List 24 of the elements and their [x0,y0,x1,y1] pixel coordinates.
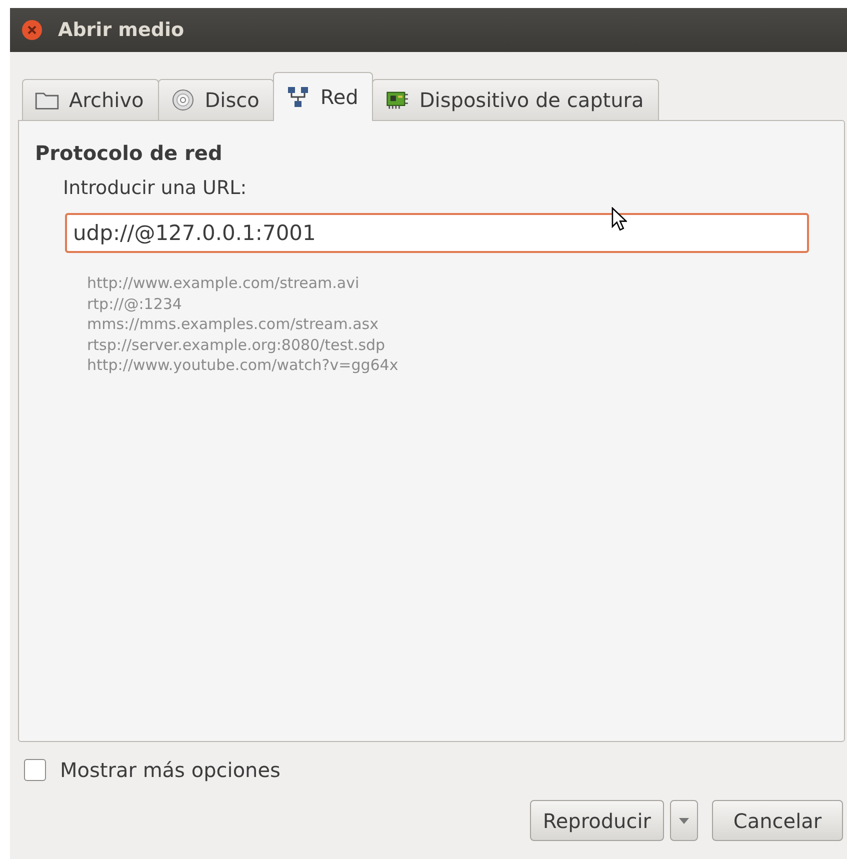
example-url: rtsp://server.example.org:8080/test.sdp [87,334,386,355]
url-field[interactable]: udp://@127.0.0.1:7001 [65,213,809,253]
disc-icon [170,89,195,111]
example-url: rtp://@:1234 [87,294,182,314]
section-title: Protocolo de red [35,141,222,165]
example-url: http://www.youtube.com/watch?v=gg64x [87,355,398,376]
checkbox-label[interactable]: Mostrar más opciones [60,758,280,782]
dropdown-button[interactable] [670,800,698,841]
checkbox[interactable] [24,759,46,781]
close-icon[interactable] [22,20,42,40]
example-url: http://www.example.com/stream.avi [87,273,360,294]
url-label: Introducir una URL: [63,177,247,199]
caret-icon [679,818,689,824]
tab[interactable]: Archivo [22,79,159,120]
cancel-button[interactable]: Cancelar [712,800,843,841]
network-icon [286,86,310,108]
tab[interactable]: Disco [158,79,274,120]
window-title: Abrir medio [58,19,184,41]
circuit-card-icon [385,89,410,111]
tab[interactable]: Dispositivo de captura [372,79,659,120]
play-button[interactable]: Reproducir [530,800,664,841]
tab[interactable]: Red [273,72,374,121]
mouse-pointer-icon [611,207,627,231]
example-url: mms://mms.examples.com/stream.asx [87,314,378,334]
